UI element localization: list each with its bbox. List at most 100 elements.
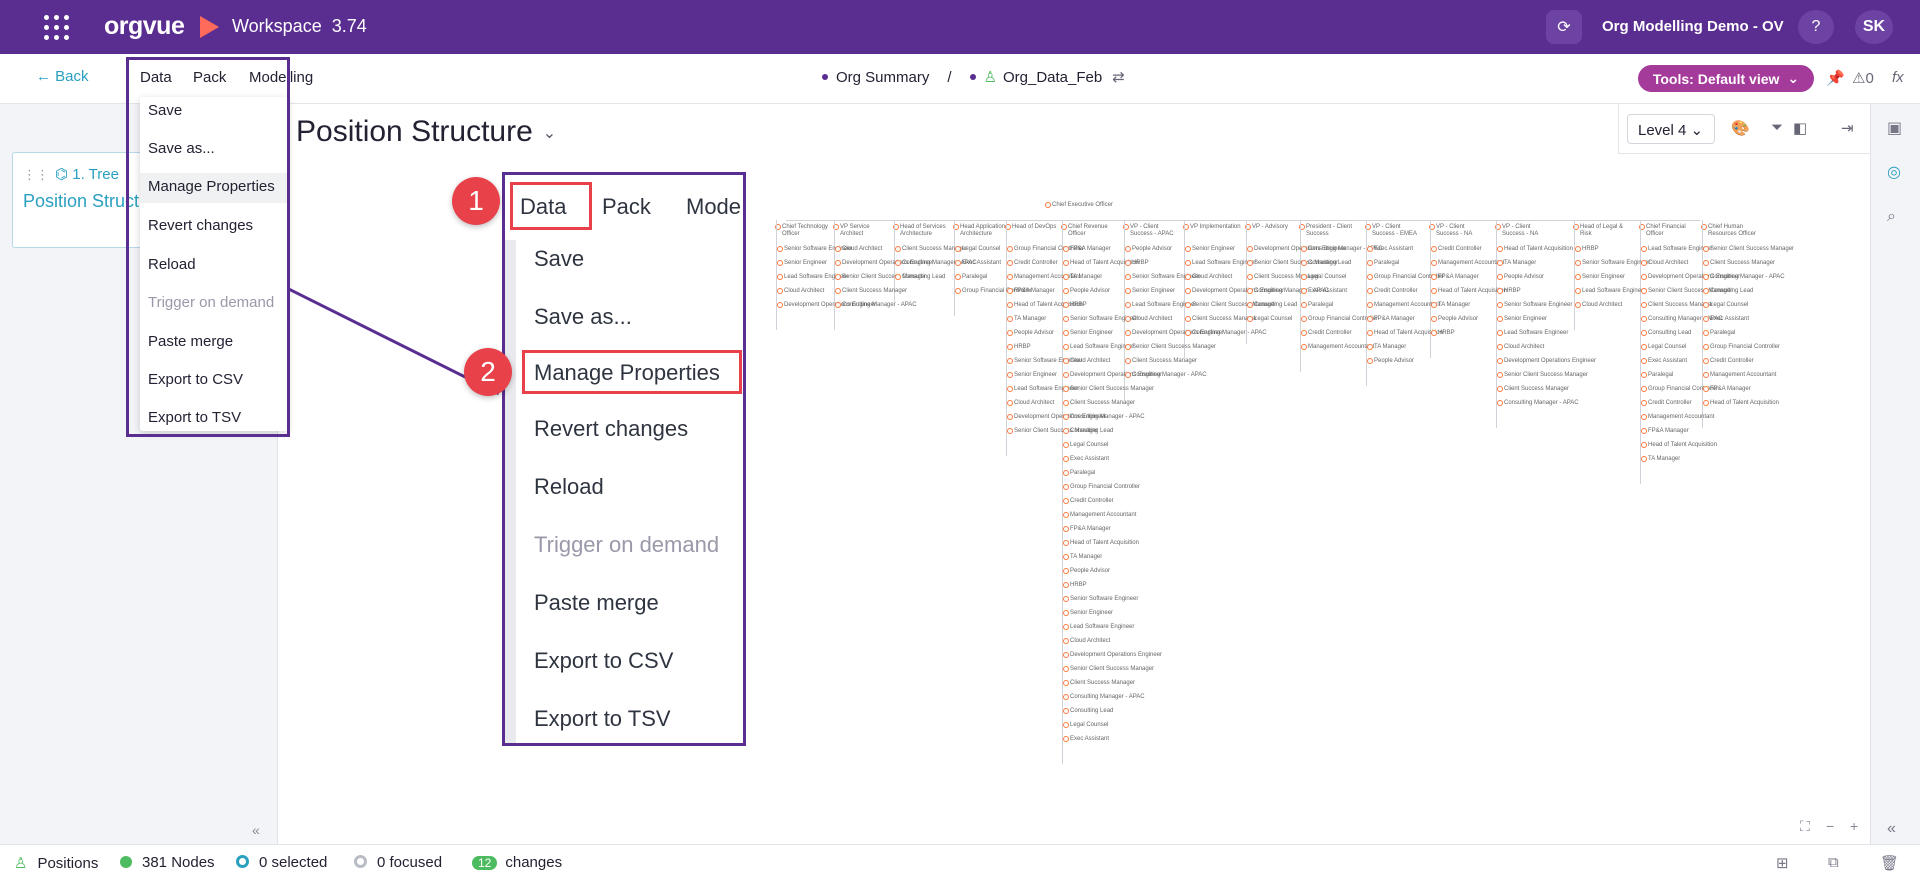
org-node-child[interactable]: Legal Counsel xyxy=(1640,344,1686,351)
org-node-child[interactable]: Legal Counsel xyxy=(1062,722,1108,729)
org-node-child[interactable]: People Advisor xyxy=(1062,288,1110,295)
org-node-child[interactable]: Credit Controller xyxy=(1301,330,1352,337)
org-node-child[interactable]: Credit Controller xyxy=(1007,260,1058,267)
org-node-top[interactable]: Head of Legal & Risk xyxy=(1573,224,1632,238)
org-node-child[interactable]: Legal Counsel xyxy=(954,246,1000,253)
org-node-child[interactable]: Management Accountant xyxy=(1062,512,1136,519)
org-node-child[interactable]: Exec Assistant xyxy=(1062,456,1109,463)
org-node-child[interactable]: Cloud Architect xyxy=(1124,316,1172,323)
fit-screen-icon[interactable]: ⛶ xyxy=(1800,818,1810,835)
org-node-child[interactable]: Consulting Lead xyxy=(1062,428,1113,435)
org-node-child[interactable]: Senior Engineer xyxy=(1574,274,1625,281)
org-node-child[interactable]: Management Accountant xyxy=(1702,372,1776,379)
org-node-child[interactable]: HRBP xyxy=(1125,260,1149,267)
org-node-child[interactable]: Exec Assistant xyxy=(1300,288,1347,295)
org-node-child[interactable]: FP&A Manager xyxy=(1063,246,1111,253)
search-icon[interactable]: ⌕ xyxy=(1887,208,1896,226)
org-node-child[interactable]: Consulting Lead xyxy=(1246,302,1297,309)
org-node-child[interactable]: Client Success Manager xyxy=(1062,400,1135,407)
org-node-child[interactable]: FP&A Manager xyxy=(1641,428,1689,435)
org-node-child[interactable]: TA Manager xyxy=(1496,260,1536,267)
org-node-top[interactable]: President - Client Success xyxy=(1299,224,1358,238)
org-node-child[interactable]: Consulting Manager - APAC xyxy=(835,302,917,309)
org-node-child[interactable]: Consulting Manager - APAC xyxy=(1125,372,1207,379)
trash-icon[interactable]: 🗑 xyxy=(1880,854,1899,872)
avatar[interactable]: SK xyxy=(1855,10,1893,44)
org-node-child[interactable]: Senior Engineer xyxy=(1006,372,1057,379)
palette-icon[interactable]: 🎨 xyxy=(1731,119,1750,137)
org-node-child[interactable]: Senior Client Success Manager xyxy=(1496,372,1588,379)
org-node-child[interactable]: Paralegal xyxy=(1062,470,1095,477)
org-node-child[interactable]: Legal Counsel xyxy=(1062,442,1108,449)
export-icon[interactable]: ⇥ xyxy=(1841,119,1854,137)
org-node-child[interactable]: Group Financial Controller xyxy=(1062,484,1140,491)
org-node-child[interactable]: Exec Assistant xyxy=(1062,736,1109,743)
org-node-child[interactable]: HRBP xyxy=(1497,288,1521,295)
drag-handle-icon[interactable]: ⋮⋮ xyxy=(23,167,49,183)
org-node-child[interactable]: Head of Talent Acquisition xyxy=(1497,246,1573,253)
org-node-child[interactable]: Cloud Architect xyxy=(1496,344,1544,351)
org-node-top[interactable]: Head of Services Architecture xyxy=(893,224,952,238)
org-node-child[interactable]: Head of Talent Acquisition xyxy=(1703,400,1779,407)
org-node-child[interactable]: Consulting Lead xyxy=(1300,260,1351,267)
org-node-child[interactable]: Lead Software Engineer xyxy=(1574,288,1646,295)
org-node-child[interactable]: Credit Controller xyxy=(1367,288,1418,295)
org-node-child[interactable]: Cloud Architect xyxy=(776,288,824,295)
org-node-child[interactable]: Client Success Manager xyxy=(1062,680,1135,687)
org-node-child[interactable]: Senior Engineer xyxy=(1062,330,1113,337)
org-node-child[interactable]: HRBP xyxy=(1063,302,1087,309)
org-node-child[interactable]: Lead Software Engineer xyxy=(1062,624,1134,631)
org-node-child[interactable]: Consulting Lead xyxy=(1062,708,1113,715)
org-node-child[interactable]: Paralegal xyxy=(954,274,987,281)
org-node-child[interactable]: Legal Counsel xyxy=(1246,316,1292,323)
org-node-child[interactable]: Consulting Manager - APAC xyxy=(1497,400,1579,407)
org-node-child[interactable]: People Advisor xyxy=(1062,568,1110,575)
org-node-child[interactable]: Senior Client Success Manager xyxy=(1702,246,1794,253)
org-node-child[interactable]: HRBP xyxy=(1063,582,1087,589)
org-node-child[interactable]: Exec Assistant xyxy=(954,260,1001,267)
org-node-child[interactable]: Management Accountant xyxy=(1300,344,1374,351)
target-icon[interactable]: ◎ xyxy=(1887,162,1901,182)
org-node-child[interactable]: Credit Controller xyxy=(1063,498,1114,505)
org-node-child[interactable]: Group Financial Controller xyxy=(1702,344,1780,351)
org-node-child[interactable]: Paralegal xyxy=(1300,302,1333,309)
org-node-child[interactable]: Cloud Architect xyxy=(1640,260,1688,267)
org-node-top[interactable]: VP Service Architect xyxy=(833,224,892,238)
org-node-top[interactable]: Head of DevOps xyxy=(1005,224,1064,231)
org-node-child[interactable]: Senior Engineer xyxy=(776,260,827,267)
org-node-top[interactable]: VP - Client Success - NA xyxy=(1429,224,1488,238)
org-node-child[interactable]: HRBP xyxy=(1431,330,1455,337)
org-node-child[interactable]: TA Manager xyxy=(1430,302,1470,309)
zoom-in-icon[interactable]: + xyxy=(1850,818,1858,834)
crumb-org-summary[interactable]: Org Summary xyxy=(836,69,929,86)
org-node-child[interactable]: Cloud Architect xyxy=(1062,358,1110,365)
org-node-child[interactable]: Consulting Lead xyxy=(1640,330,1691,337)
sync-button[interactable]: ⟳ xyxy=(1546,10,1582,44)
org-node-child[interactable]: Exec Assistant xyxy=(1640,358,1687,365)
org-node-child[interactable]: Client Success Manager xyxy=(1124,358,1197,365)
org-node-child[interactable]: Client Success Manager xyxy=(1702,260,1775,267)
alert-count[interactable]: ⚠0 xyxy=(1852,69,1874,87)
org-node-child[interactable]: Paralegal xyxy=(1640,372,1673,379)
org-node-child[interactable]: FP&A Manager xyxy=(1007,288,1055,295)
collapse-right-icon[interactable]: « xyxy=(1887,820,1896,838)
org-node-child[interactable]: Legal Counsel xyxy=(1702,302,1748,309)
focused-count[interactable]: 0 focused xyxy=(354,854,442,871)
fx-button[interactable]: fx xyxy=(1892,69,1904,86)
org-node-child[interactable]: Senior Engineer xyxy=(1496,316,1547,323)
org-node-child[interactable]: Senior Software Engineer xyxy=(1496,302,1572,309)
org-node-child[interactable]: Cloud Architect xyxy=(1574,302,1622,309)
app-grid-icon[interactable] xyxy=(44,15,70,41)
zoom-out-icon[interactable]: − xyxy=(1826,818,1834,834)
org-node-child[interactable]: Cloud Architect xyxy=(834,246,882,253)
org-node-child[interactable]: Credit Controller xyxy=(1703,358,1754,365)
org-node-top[interactable]: Chief Financial Officer xyxy=(1639,224,1698,238)
org-node-child[interactable]: Credit Controller xyxy=(1641,400,1692,407)
layers-icon[interactable]: ◧ xyxy=(1793,119,1807,137)
org-node-child[interactable]: FP&A Manager xyxy=(1703,386,1751,393)
org-node-child[interactable]: TA Manager xyxy=(1640,456,1680,463)
org-node-child[interactable]: Paralegal xyxy=(1702,330,1735,337)
panel-icon[interactable]: ▣ xyxy=(1887,118,1902,138)
org-node-child[interactable]: Management Accountant xyxy=(1640,414,1714,421)
org-node-top[interactable]: VP - Client Success - APAC xyxy=(1123,224,1182,238)
